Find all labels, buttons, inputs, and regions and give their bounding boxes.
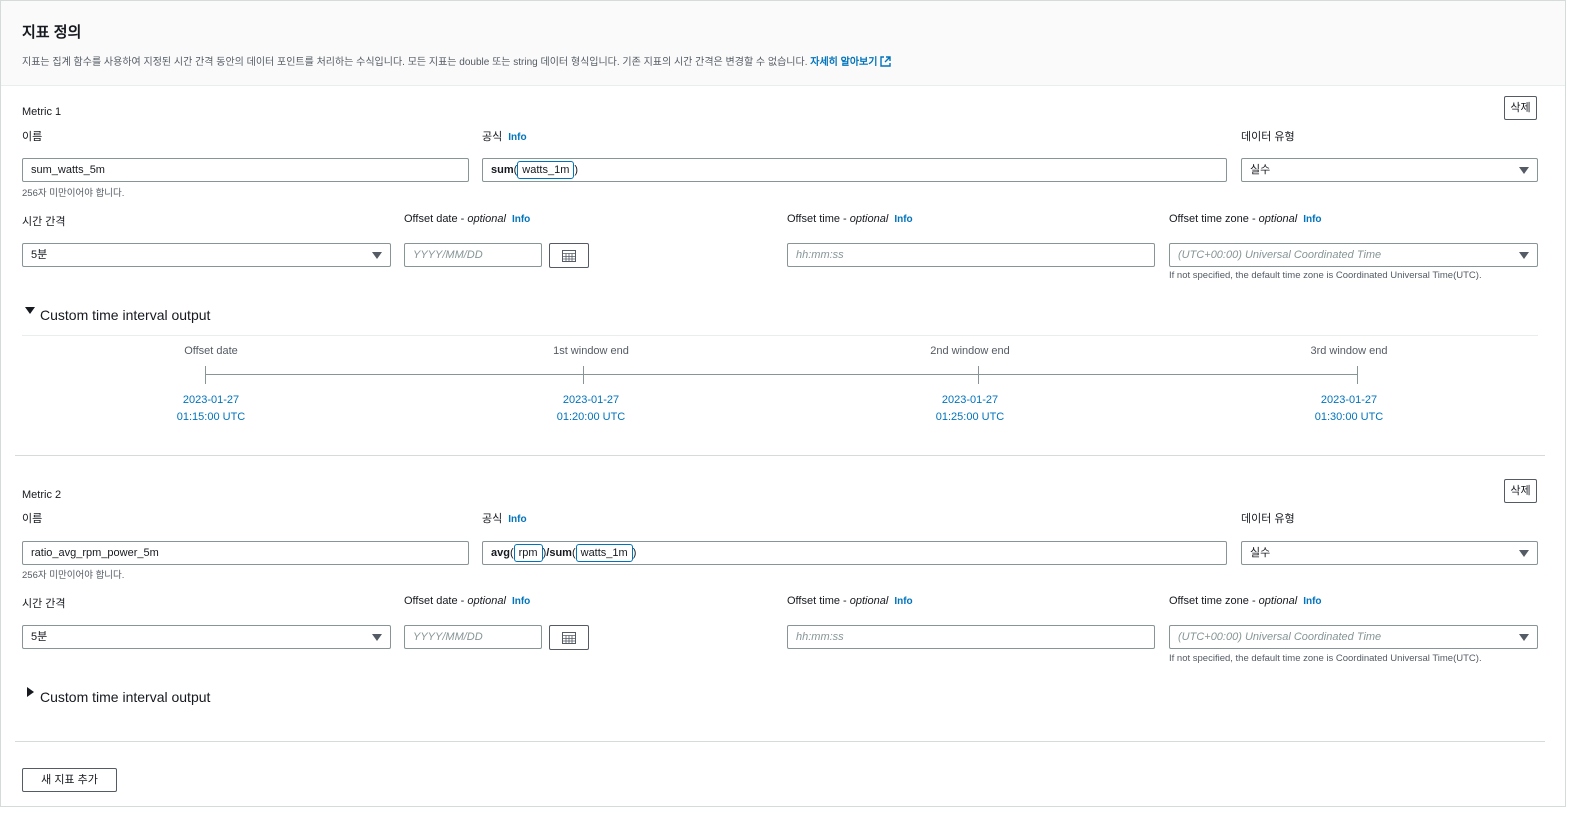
timeline-label: Offset date xyxy=(184,345,238,357)
caret-right-icon[interactable] xyxy=(27,687,34,697)
timeline-line xyxy=(205,374,1358,375)
metric-2-offset-tz-label: Offset time zone - optional Info xyxy=(1169,595,1322,607)
metric-1-offset-time-label: Offset time - optional Info xyxy=(787,213,913,225)
metric-2-interval-label: 시간 간격 xyxy=(22,598,66,610)
metric-1-tz-hint: If not specified, the default time zone … xyxy=(1169,270,1482,281)
metric-1-calendar-button[interactable] xyxy=(549,243,589,268)
timeline-time: 01:15:00 UTC xyxy=(176,411,246,423)
chevron-down-icon xyxy=(1519,167,1529,174)
timeline-time: 01:30:00 UTC xyxy=(1314,411,1384,423)
external-link-icon xyxy=(880,56,892,67)
metric-definition-panel: 지표 정의 지표는 집계 함수를 사용하여 지정된 시간 간격 동안의 데이터 … xyxy=(0,0,1566,807)
metric-2-offset-time-label: Offset time - optional Info xyxy=(787,595,913,607)
metric-1-datatype-select[interactable]: 실수 xyxy=(1241,158,1538,182)
metric-1-interval-select[interactable]: 5분 xyxy=(22,243,391,267)
metric-2-offset-time-input[interactable]: hh:mm:ss xyxy=(787,625,1155,649)
metric-2-formula-label: 공식 Info xyxy=(482,513,527,525)
metric-2-formula-input[interactable]: avg(rpm)/sum(watts_1m) xyxy=(482,541,1227,565)
metric-1-datatype-label: 데이터 유형 xyxy=(1241,131,1295,143)
formula-token[interactable]: rpm xyxy=(513,544,543,562)
metric-2-name-label: 이름 xyxy=(22,513,43,525)
metric-2-offset-date-input[interactable]: YYYY/MM/DD xyxy=(404,625,542,649)
timeline-tick xyxy=(583,366,584,384)
timeline-label: 3rd window end xyxy=(1310,345,1388,357)
calendar-icon xyxy=(562,632,576,644)
timeline-date: 2023-01-27 xyxy=(941,394,999,406)
formula-token[interactable]: watts_1m xyxy=(575,544,633,562)
chevron-down-icon xyxy=(1519,634,1529,641)
metric-1-name-label: 이름 xyxy=(22,131,43,143)
timeline-tick xyxy=(205,366,206,384)
metric-2-calendar-button[interactable] xyxy=(549,625,589,650)
metric-1-interval-label: 시간 간격 xyxy=(22,216,66,228)
learn-more-link[interactable]: 자세히 알아보기 xyxy=(810,56,892,68)
add-metric-button[interactable]: 새 지표 추가 xyxy=(22,768,117,792)
metric-1-name-input[interactable]: sum_watts_5m xyxy=(22,158,469,182)
panel-header: 지표 정의 지표는 집계 함수를 사용하여 지정된 시간 간격 동안의 데이터 … xyxy=(1,1,1565,86)
calendar-icon xyxy=(562,250,576,262)
caret-down-icon[interactable] xyxy=(25,307,35,314)
chevron-down-icon xyxy=(1519,550,1529,557)
metric-1-offset-date-input[interactable]: YYYY/MM/DD xyxy=(404,243,542,267)
metric-2-tz-hint: If not specified, the default time zone … xyxy=(1169,653,1482,664)
metric-1-formula-label: 공식 Info xyxy=(482,131,527,143)
metric-1-offset-tz-label: Offset time zone - optional Info xyxy=(1169,213,1322,225)
formula-token[interactable]: watts_1m xyxy=(517,161,575,179)
metric-2-datatype-select[interactable]: 실수 xyxy=(1241,541,1538,565)
timeline-tick xyxy=(1357,366,1358,384)
metric-1-offset-time-input[interactable]: hh:mm:ss xyxy=(787,243,1155,267)
metric-2-offset-date-label: Offset date - optional Info xyxy=(404,595,531,607)
chevron-down-icon xyxy=(372,252,382,259)
chevron-down-icon xyxy=(372,634,382,641)
metric-1-offset-tz-select[interactable]: (UTC+00:00) Universal Coordinated Time xyxy=(1169,243,1538,267)
metric-1-formula-input[interactable]: sum(watts_1m) xyxy=(482,158,1227,182)
metric-2-interval-select[interactable]: 5분 xyxy=(22,625,391,649)
divider xyxy=(22,335,1538,336)
metric-2-custom-output-toggle[interactable]: Custom time interval output xyxy=(40,689,210,705)
timeline-time: 01:25:00 UTC xyxy=(935,411,1005,423)
panel-description: 지표는 집계 함수를 사용하여 지정된 시간 간격 동안의 데이터 포인트를 처… xyxy=(22,53,892,68)
timeline-date: 2023-01-27 xyxy=(1320,394,1378,406)
metric-1-title: Metric 1 xyxy=(22,106,62,118)
formula-info-link[interactable]: Info xyxy=(508,132,526,143)
metric-1-delete-button[interactable]: 삭제 xyxy=(1504,96,1537,120)
timeline-label: 1st window end xyxy=(553,345,629,357)
metric-2-offset-tz-select[interactable]: (UTC+00:00) Universal Coordinated Time xyxy=(1169,625,1538,649)
timeline-tick xyxy=(978,366,979,384)
metric-1-offset-date-label: Offset date - optional Info xyxy=(404,213,531,225)
metric-2-delete-button[interactable]: 삭제 xyxy=(1504,479,1537,503)
metric-1-name-hint: 256자 미만이어야 합니다. xyxy=(22,188,125,199)
timeline-label: 2nd window end xyxy=(930,345,1010,357)
metric-divider xyxy=(15,741,1545,742)
metric-2-title: Metric 2 xyxy=(22,489,62,501)
timeline-date: 2023-01-27 xyxy=(562,394,620,406)
metric-divider xyxy=(15,455,1545,456)
metric-2-name-hint: 256자 미만이어야 합니다. xyxy=(22,570,125,581)
metric-1-custom-output-toggle[interactable]: Custom time interval output xyxy=(40,307,210,323)
formula-info-link[interactable]: Info xyxy=(508,514,526,525)
metric-2-datatype-label: 데이터 유형 xyxy=(1241,513,1295,525)
timeline-date: 2023-01-27 xyxy=(182,394,240,406)
metric-2-name-input[interactable]: ratio_avg_rpm_power_5m xyxy=(22,541,469,565)
chevron-down-icon xyxy=(1519,252,1529,259)
timeline-time: 01:20:00 UTC xyxy=(556,411,626,423)
panel-title: 지표 정의 xyxy=(22,24,82,41)
